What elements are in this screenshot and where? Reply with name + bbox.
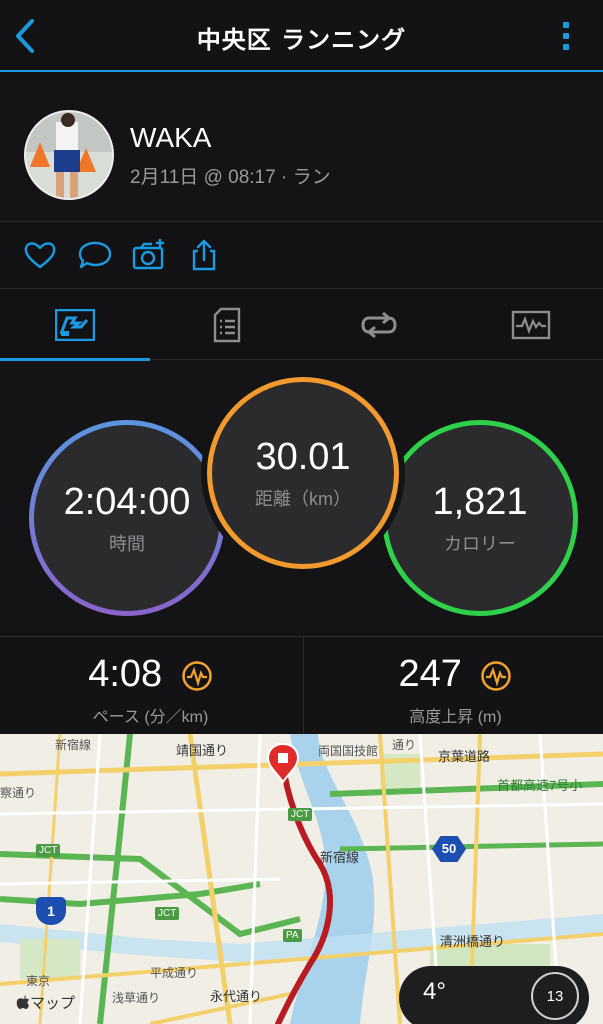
top-bar: 中央区 ランニング: [0, 0, 603, 72]
pace-label: ペース (分／km): [92, 709, 209, 726]
map-label: 浅草通り: [112, 991, 161, 1005]
more-menu-button[interactable]: [559, 16, 573, 56]
share-button[interactable]: [186, 237, 222, 273]
user-name[interactable]: WAKA: [130, 122, 211, 154]
distance-stat[interactable]: 30.01 距離（km）: [207, 377, 399, 569]
pace-stat[interactable]: 4:08 ペース (分／km): [0, 637, 301, 735]
profile-header: WAKA 2月11日 @ 08:17 · ラン: [0, 74, 603, 222]
weather-widget[interactable]: 4° 13: [399, 966, 589, 1024]
tab-overview[interactable]: [0, 290, 150, 361]
map-label: 察通り: [0, 786, 37, 800]
map-label: JCT: [288, 808, 313, 821]
performance-icon: [182, 661, 212, 691]
apple-maps-attribution: マップ: [16, 992, 75, 1013]
calories-stat[interactable]: 1,821 カロリー: [382, 420, 578, 616]
activity-overview-icon: [55, 309, 95, 341]
map-label: 靖国通り: [176, 743, 229, 758]
map-label: 京葉道路: [438, 749, 491, 764]
map-label: 清洲橋通り: [440, 934, 506, 949]
elevation-stat[interactable]: 247 高度上昇 (m): [305, 637, 603, 735]
activity-datetime: 2月11日 @ 08:17 · ラン: [130, 167, 331, 188]
map-label: 通り: [392, 738, 417, 752]
time-value: 2:04:00: [63, 480, 191, 523]
summary-stats: 2:04:00 時間 1,821 カロリー 30.01 距離（km）: [0, 361, 603, 636]
map-label: 平成通り: [150, 966, 199, 980]
time-stat[interactable]: 2:04:00 時間: [29, 420, 225, 616]
tab-charts[interactable]: [456, 290, 603, 360]
map-label: JCT: [36, 844, 61, 857]
comment-button[interactable]: [77, 237, 113, 273]
performance-icon: [481, 661, 512, 691]
map-label: 東京: [26, 974, 51, 988]
comment-icon: [78, 241, 112, 269]
map-label: 新宿線: [320, 850, 360, 865]
avatar[interactable]: [24, 110, 114, 200]
add-photo-button[interactable]: [131, 237, 167, 273]
tab-stats[interactable]: [152, 290, 302, 360]
map-label: PA: [283, 929, 302, 942]
share-icon: [192, 239, 216, 271]
wind-indicator: 13: [531, 972, 579, 1020]
route-1-shield: 1: [36, 897, 66, 925]
map-label: JCT: [155, 907, 180, 920]
camera-plus-icon: [132, 239, 164, 270]
distance-value: 30.01: [255, 435, 351, 478]
calories-value: 1,821: [432, 480, 528, 523]
temperature-value: 4°: [423, 978, 446, 1005]
social-actions: [0, 223, 603, 289]
chart-icon: [511, 310, 551, 340]
calories-label: カロリー: [444, 533, 516, 554]
map-label: 首都高速7号小: [497, 778, 583, 793]
divider: [303, 637, 304, 735]
heart-icon: [24, 242, 56, 269]
pace-value: 4:08: [0, 653, 301, 696]
like-button[interactable]: [22, 237, 58, 273]
document-list-icon: [213, 307, 241, 343]
route-map[interactable]: 新宿線 靖国通り 両国国技館 通り 京葉道路 首都高速7号小 察通り JCT 新…: [0, 734, 603, 1024]
detail-tabs: [0, 290, 603, 361]
elevation-label: 高度上昇 (m): [409, 709, 502, 726]
laps-icon: [361, 311, 397, 339]
map-label: 新宿線: [55, 738, 92, 752]
page-title: 中央区 ランニング: [196, 26, 407, 54]
secondary-stats: 4:08 ペース (分／km) 247 高度上昇 (m): [0, 636, 603, 735]
distance-label: 距離（km）: [255, 488, 351, 509]
time-label: 時間: [109, 533, 145, 554]
map-label: 永代通り: [210, 989, 263, 1004]
map-label: 両国国技館: [318, 744, 379, 758]
tab-laps[interactable]: [304, 290, 454, 360]
apple-logo-icon: [16, 995, 29, 1009]
elevation-value: 247: [305, 653, 603, 696]
